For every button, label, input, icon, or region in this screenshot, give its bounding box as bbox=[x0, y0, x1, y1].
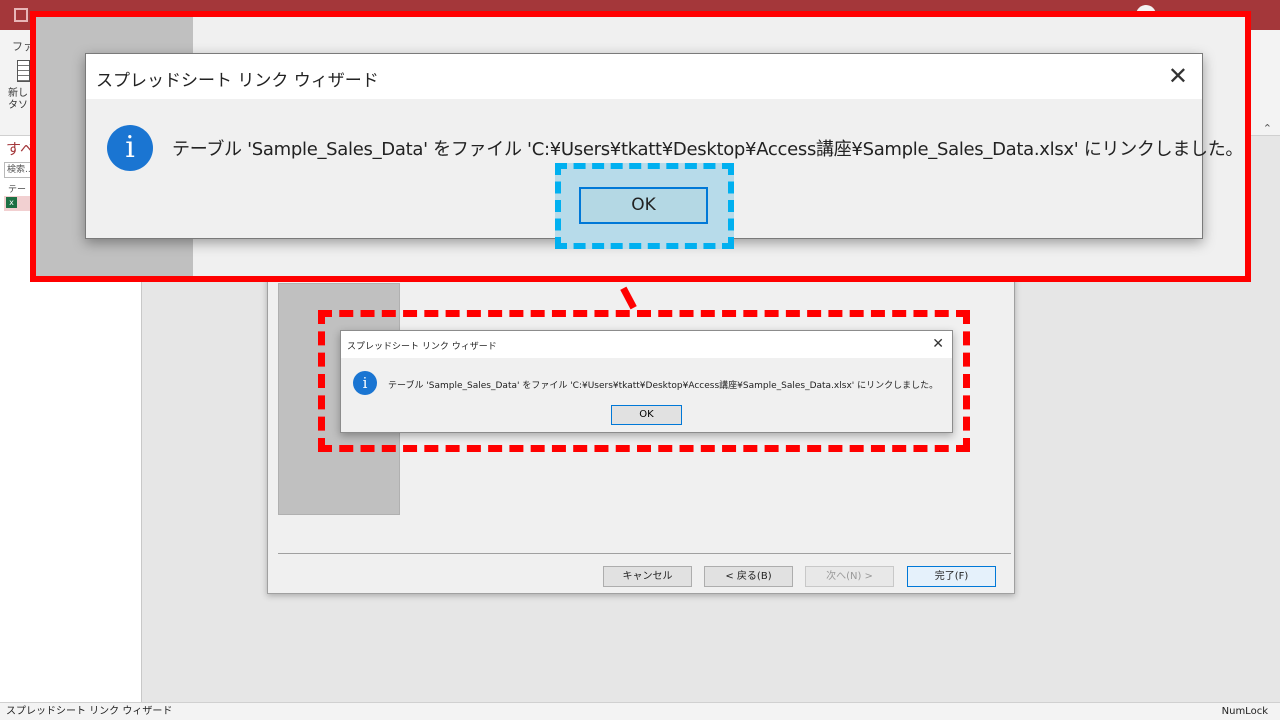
new-table-button[interactable]: 新し タソ bbox=[8, 88, 28, 112]
zoomed-dialog-message: テーブル 'Sample_Sales_Data' をファイル 'C:¥Users… bbox=[172, 139, 1244, 160]
zoomed-dialog-title: スプレッドシート リンク ウィザード bbox=[96, 71, 379, 91]
save-icon[interactable] bbox=[14, 8, 28, 22]
zoomed-dialog-title-bar: スプレッドシート リンク ウィザード ✕ bbox=[86, 54, 1202, 99]
collapse-ribbon-icon[interactable]: ⌃ bbox=[1263, 122, 1272, 135]
new-table-label-line1: 新し bbox=[8, 88, 28, 99]
numlock-indicator: NumLock bbox=[1221, 706, 1268, 717]
cancel-button[interactable]: キャンセル bbox=[603, 566, 692, 587]
next-button[interactable]: 次へ(N) > bbox=[805, 566, 894, 587]
zoomed-close-icon[interactable]: ✕ bbox=[1168, 62, 1188, 90]
zoomed-ok-button[interactable]: OK bbox=[579, 187, 708, 224]
highlight-dashed-frame bbox=[318, 310, 970, 452]
status-bar: スプレッドシート リンク ウィザード NumLock bbox=[0, 702, 1280, 720]
excel-linked-table-icon: x bbox=[6, 197, 17, 208]
finish-button[interactable]: 完了(F) bbox=[907, 566, 996, 587]
new-table-icon[interactable] bbox=[17, 60, 30, 82]
back-button[interactable]: < 戻る(B) bbox=[704, 566, 793, 587]
status-text: スプレッドシート リンク ウィザード bbox=[6, 706, 173, 717]
nav-group-tables[interactable]: テー bbox=[8, 182, 26, 195]
new-table-label-line2: タソ bbox=[8, 100, 28, 111]
wizard-separator bbox=[278, 553, 1011, 554]
zoomed-info-icon: i bbox=[107, 125, 153, 171]
